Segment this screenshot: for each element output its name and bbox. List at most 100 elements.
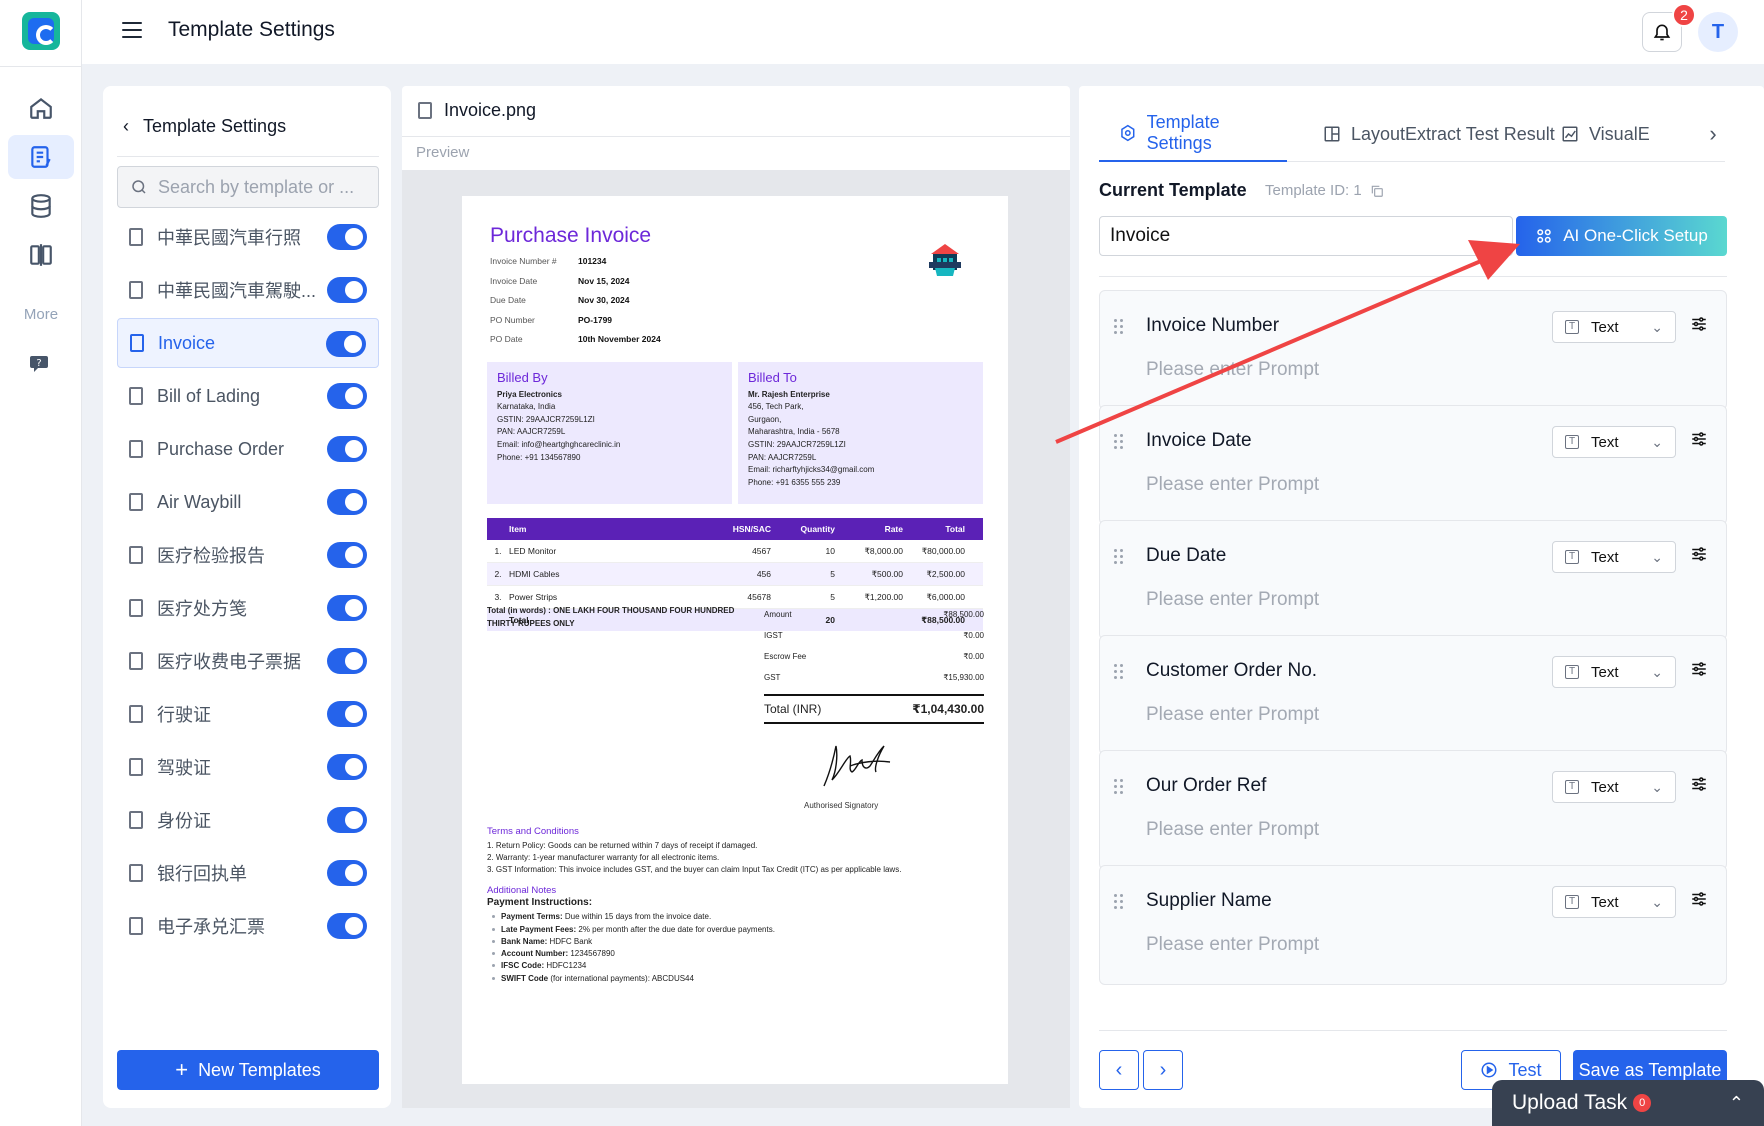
template-item[interactable]: 医疗处方笺 [117, 583, 379, 633]
chevron-up-icon[interactable]: ⌃ [1729, 1093, 1744, 1114]
drag-handle-icon[interactable] [1114, 549, 1124, 565]
tab-layoutextract-test-result[interactable]: LayoutExtract Test Result [1323, 106, 1555, 162]
template-item[interactable]: 行驶证 [117, 689, 379, 739]
rail-more-label[interactable]: More [0, 306, 82, 323]
template-item[interactable]: 医疗收费电子票据 [117, 636, 379, 686]
ai-one-click-setup-button[interactable]: AI One-Click Setup [1516, 216, 1727, 256]
help-icon[interactable]: ? [8, 342, 74, 386]
home-icon[interactable] [8, 86, 74, 130]
divider [1099, 276, 1727, 277]
chevron-right-icon[interactable]: › [1697, 106, 1729, 162]
prompt-input[interactable]: Please enter Prompt [1146, 359, 1319, 381]
prompt-input[interactable]: Please enter Prompt [1146, 474, 1319, 496]
field-name[interactable]: Due Date [1146, 545, 1226, 567]
prompt-input[interactable]: Please enter Prompt [1146, 589, 1319, 611]
new-templates-button[interactable]: + New Templates [117, 1050, 379, 1090]
preview-label: Preview [416, 144, 470, 161]
templates-icon[interactable] [8, 135, 74, 179]
drag-handle-icon[interactable] [1114, 319, 1124, 335]
preview-panel: Invoice.png Preview Purchase Invoice Inv… [402, 86, 1070, 1108]
template-item[interactable]: 驾驶证 [117, 742, 379, 792]
prev-button[interactable]: ‹ [1099, 1050, 1139, 1090]
back-header[interactable]: ‹ Template Settings [123, 116, 286, 137]
enable-toggle[interactable] [327, 754, 367, 780]
enable-toggle[interactable] [327, 595, 367, 621]
enable-toggle[interactable] [327, 648, 367, 674]
template-item[interactable]: Bill of Lading [117, 371, 379, 421]
compare-icon[interactable] [8, 233, 74, 277]
enable-toggle[interactable] [327, 436, 367, 462]
field-type-value: Text [1591, 893, 1619, 911]
field-name[interactable]: Customer Order No. [1146, 660, 1317, 682]
template-item[interactable]: 中華民國汽車駕駛... [117, 265, 379, 315]
field-type-select[interactable]: T Text ⌄ [1552, 656, 1676, 688]
document-icon [129, 758, 143, 776]
payment-key: IFSC Code: [501, 961, 545, 971]
field-name[interactable]: Invoice Date [1146, 430, 1252, 452]
document-icon [129, 440, 143, 458]
database-icon[interactable] [8, 184, 74, 228]
field-type-select[interactable]: T Text ⌄ [1552, 541, 1676, 573]
sum-row: IGST ₹0.00 [764, 625, 984, 646]
enable-toggle[interactable] [326, 331, 366, 357]
field-settings-icon[interactable] [1690, 545, 1708, 568]
enable-toggle[interactable] [327, 701, 367, 727]
payment-item: Payment Terms: Due within 15 days from t… [487, 911, 997, 923]
template-item[interactable]: Purchase Order [117, 424, 379, 474]
enable-toggle[interactable] [327, 807, 367, 833]
next-button[interactable]: › [1143, 1050, 1183, 1090]
field-type-select[interactable]: T Text ⌄ [1552, 426, 1676, 458]
menu-icon[interactable] [122, 22, 142, 38]
field-name[interactable]: Invoice Number [1146, 315, 1279, 337]
template-item[interactable]: 银行回执单 [117, 848, 379, 898]
enable-toggle[interactable] [327, 542, 367, 568]
template-item[interactable]: 医疗检验报告 [117, 530, 379, 580]
template-item[interactable]: 电子承兑汇票 [117, 901, 379, 951]
search-placeholder: Search by template or ... [158, 176, 355, 197]
address-line: PAN: AAJCR7259L [748, 452, 817, 462]
avatar[interactable]: T [1698, 12, 1738, 52]
text-type-icon: T [1565, 435, 1579, 449]
tab-visual[interactable]: VisualE [1561, 106, 1693, 162]
prompt-input[interactable]: Please enter Prompt [1146, 934, 1319, 956]
document-icon [129, 493, 143, 511]
template-item[interactable]: Invoice [117, 318, 379, 368]
template-label: Bill of Lading [157, 385, 261, 406]
prompt-input[interactable]: Please enter Prompt [1146, 704, 1319, 726]
field-name[interactable]: Our Order Ref [1146, 775, 1266, 797]
enable-toggle[interactable] [327, 383, 367, 409]
enable-toggle[interactable] [327, 860, 367, 886]
drag-handle-icon[interactable] [1114, 664, 1124, 680]
preview-canvas[interactable]: Purchase Invoice Invoice Number #101234 I… [402, 170, 1070, 1108]
enable-toggle[interactable] [327, 277, 367, 303]
field-settings-icon[interactable] [1690, 890, 1708, 913]
template-item[interactable]: Air Waybill [117, 477, 379, 527]
drag-handle-icon[interactable] [1114, 894, 1124, 910]
field-name[interactable]: Supplier Name [1146, 890, 1272, 912]
template-name-input[interactable]: Invoice [1099, 216, 1513, 256]
template-item[interactable]: 身份证 [117, 795, 379, 845]
drag-handle-icon[interactable] [1114, 779, 1124, 795]
notification-badge: 2 [1672, 3, 1696, 27]
tab-template-settings[interactable]: Template Settings [1099, 106, 1287, 162]
search-input[interactable]: Search by template or ... [117, 166, 379, 208]
payment-item: SWIFT Code (for international payments):… [487, 973, 997, 985]
field-type-select[interactable]: T Text ⌄ [1552, 311, 1676, 343]
app-logo[interactable] [22, 12, 60, 50]
chevron-left-icon[interactable]: ‹ [123, 116, 129, 137]
enable-toggle[interactable] [327, 224, 367, 250]
field-type-select[interactable]: T Text ⌄ [1552, 886, 1676, 918]
template-item[interactable]: 中華民國汽車行照 [117, 212, 379, 262]
copy-icon[interactable] [1370, 184, 1384, 198]
field-type-select[interactable]: T Text ⌄ [1552, 771, 1676, 803]
prompt-input[interactable]: Please enter Prompt [1146, 819, 1319, 841]
drag-handle-icon[interactable] [1114, 434, 1124, 450]
address-line: GSTIN: 29AAJCR7259L1ZI [748, 439, 846, 449]
field-settings-icon[interactable] [1690, 660, 1708, 683]
enable-toggle[interactable] [327, 489, 367, 515]
field-settings-icon[interactable] [1690, 430, 1708, 453]
field-settings-icon[interactable] [1690, 775, 1708, 798]
upload-task-bar[interactable]: Upload Task 0 ⌃ [1492, 1080, 1764, 1126]
enable-toggle[interactable] [327, 913, 367, 939]
field-settings-icon[interactable] [1690, 315, 1708, 338]
